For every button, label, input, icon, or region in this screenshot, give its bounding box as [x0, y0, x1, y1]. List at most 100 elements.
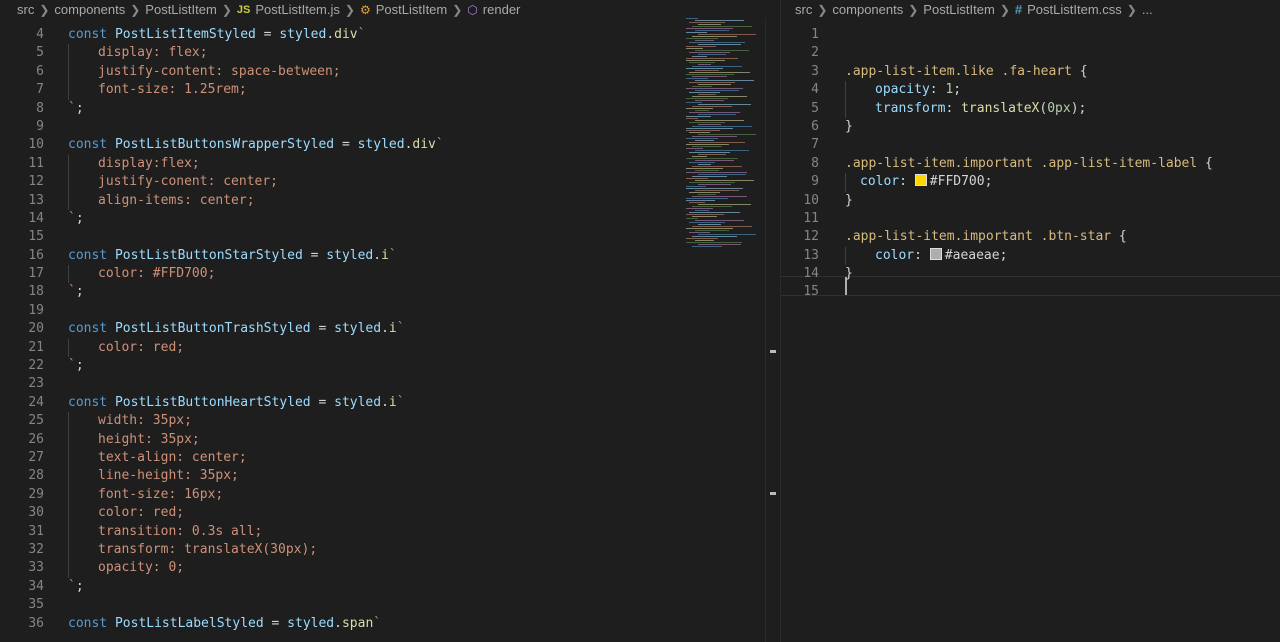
breadcrumb-symbol-component[interactable]: PostListItem: [376, 2, 448, 17]
code-line[interactable]: 14 `;: [0, 210, 780, 228]
breadcrumb-folder-components[interactable]: components: [54, 2, 125, 17]
code-line[interactable]: 21 color: red;: [0, 338, 780, 358]
line-number: 16: [28, 247, 44, 263]
vertical-scrollbar[interactable]: [765, 18, 780, 642]
code-line[interactable]: 32 transform: translateX(30px);: [0, 540, 780, 560]
minimap-line: [686, 38, 718, 39]
code-line[interactable]: 19: [0, 302, 780, 320]
minimap-line: [689, 42, 745, 43]
code-line[interactable]: 3 .app-list-item.like .fa-heart {: [781, 63, 1280, 81]
code-token: `: [435, 137, 444, 153]
code-area[interactable]: 1 2 3 .app-list-item.like .fa-heart {4 opaci…: [781, 26, 1280, 302]
code-line[interactable]: 35: [0, 596, 780, 614]
code-line[interactable]: 24 const PostListButtonHeartStyled = styl…: [0, 394, 780, 412]
breadcrumb-folder-components[interactable]: components: [832, 2, 903, 17]
code-line[interactable]: 5 transform: translateX(0px);: [781, 99, 1280, 118]
code-line[interactable]: 10}: [781, 192, 1280, 210]
code-token: text-align: center;: [98, 449, 247, 465]
minimap-line: [695, 90, 739, 91]
code-line[interactable]: 22 `;: [0, 357, 780, 375]
code-token: ;: [75, 210, 84, 226]
code-line[interactable]: 15: [781, 283, 1280, 301]
editor-right[interactable]: src ❯ components ❯ PostListItem ❯ # Post…: [780, 0, 1280, 642]
code-line[interactable]: 2: [781, 44, 1280, 62]
code-line[interactable]: 6}: [781, 118, 1280, 136]
minimap-line: [698, 34, 756, 35]
code-line[interactable]: 9: [0, 118, 780, 136]
code-text: justify-conent: center;: [68, 173, 278, 191]
line-number: 6: [811, 118, 819, 134]
code-line[interactable]: 1: [781, 26, 1280, 44]
code-line[interactable]: 12 .app-list-item.important .btn-star {: [781, 228, 1280, 246]
minimap-line: [689, 112, 740, 113]
code-line[interactable]: 29 font-size: 16px;: [0, 485, 780, 505]
code-line[interactable]: 9 color: #FFD700;: [781, 173, 1280, 192]
breadcrumb-folder-src[interactable]: src: [17, 2, 34, 17]
code-line[interactable]: 7 font-size: 1.25rem;: [0, 81, 780, 100]
code-text: .app-list-item.important .app-list-item-…: [845, 155, 1213, 173]
minimap-line: [692, 156, 707, 157]
breadcrumb-folder-src[interactable]: src: [795, 2, 812, 17]
editor-left[interactable]: src ❯ components ❯ PostListItem ❯ JS Pos…: [0, 0, 780, 642]
code-line[interactable]: 8 .app-list-item.important .app-list-item…: [781, 155, 1280, 173]
breadcrumb-file[interactable]: PostListItem.js: [255, 2, 340, 17]
code-line[interactable]: 20 const PostListButtonTrashStyled = styl…: [0, 320, 780, 338]
code-line[interactable]: 13 align-items: center;: [0, 191, 780, 210]
code-line[interactable]: 14}: [781, 265, 1280, 283]
code-line[interactable]: 12 justify-conent: center;: [0, 173, 780, 192]
breadcrumb-folder-postlistitem[interactable]: PostListItem: [923, 2, 995, 17]
breadcrumb-symbol-method[interactable]: render: [483, 2, 521, 17]
minimap-line: [686, 186, 706, 187]
minimap-line: [692, 236, 737, 237]
code-line[interactable]: 27 text-align: center;: [0, 448, 780, 468]
code-line[interactable]: 31 transition: 0.3s all;: [0, 522, 780, 541]
code-line[interactable]: 10 const PostListButtonsWrapperStyled = s…: [0, 136, 780, 154]
minimap-line: [686, 144, 729, 145]
code-area[interactable]: 4 const PostListItemStyled = styled.div` 5…: [0, 26, 780, 633]
breadcrumb-file[interactable]: PostListItem.css: [1027, 2, 1122, 17]
code-line[interactable]: 28 line-height: 35px;: [0, 467, 780, 486]
code-text: const PostListItemStyled = styled.div`: [68, 26, 365, 44]
code-line[interactable]: 18 `;: [0, 283, 780, 301]
code-line[interactable]: 4 opacity: 1;: [781, 81, 1280, 100]
css-file-icon: #: [1014, 2, 1023, 17]
minimap-line: [695, 120, 744, 121]
code-line[interactable]: 23: [0, 375, 780, 393]
code-line[interactable]: 30 color: red;: [0, 504, 780, 523]
code-line[interactable]: 15: [0, 228, 780, 246]
code-line[interactable]: 16 const PostListButtonStarStyled = style…: [0, 247, 780, 265]
code-line[interactable]: 25 width: 35px;: [0, 412, 780, 431]
breadcrumb-more[interactable]: ...: [1142, 2, 1153, 17]
code-token: =: [302, 247, 327, 263]
minimap[interactable]: [686, 18, 766, 252]
code-line[interactable]: 13 color: #aeaeae;: [781, 246, 1280, 266]
breadcrumb: src ❯ components ❯ PostListItem ❯ # Post…: [781, 0, 1280, 19]
line-number: 24: [28, 394, 44, 410]
line-number: 12: [28, 174, 44, 190]
code-line[interactable]: 11: [781, 210, 1280, 228]
code-line[interactable]: 11 display:flex;: [0, 154, 780, 174]
code-line[interactable]: 36 const PostListLabelStyled = styled.spa…: [0, 615, 780, 633]
code-token: :: [899, 174, 915, 190]
minimap-line: [689, 132, 710, 133]
code-line[interactable]: 4 const PostListItemStyled = styled.div`: [0, 26, 780, 44]
code-line[interactable]: 8 `;: [0, 100, 780, 118]
minimap-line: [695, 220, 744, 221]
code-line[interactable]: 34 `;: [0, 578, 780, 596]
code-token: span: [341, 615, 374, 631]
code-line[interactable]: 7: [781, 136, 1280, 154]
breadcrumb-folder-postlistitem[interactable]: PostListItem: [145, 2, 217, 17]
code-token: ;: [75, 578, 84, 594]
code-line[interactable]: 5 display: flex;: [0, 44, 780, 63]
code-line[interactable]: 33 opacity: 0;: [0, 559, 780, 578]
code-token: const: [68, 137, 115, 153]
code-token: {: [1197, 155, 1213, 171]
minimap-line: [695, 70, 719, 71]
code-line[interactable]: 26 height: 35px;: [0, 430, 780, 449]
code-token: }: [845, 118, 853, 134]
code-line[interactable]: 6 justify-content: space-between;: [0, 62, 780, 82]
minimap-line: [698, 94, 716, 95]
code-line[interactable]: 17 color: #FFD700;: [0, 265, 780, 284]
minimap-line: [689, 162, 715, 163]
minimap-line: [692, 196, 747, 197]
